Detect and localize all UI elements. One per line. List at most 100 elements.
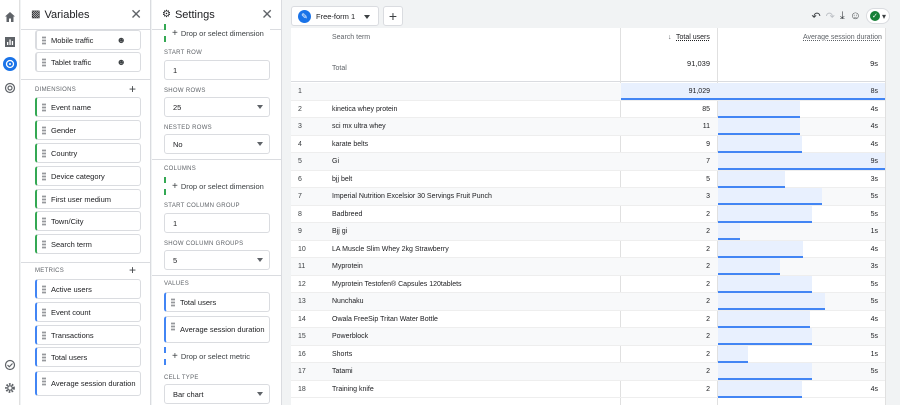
metric-chip[interactable]: Average session duration bbox=[35, 371, 141, 396]
drag-handle-icon[interactable] bbox=[42, 103, 46, 112]
row-index: 4 bbox=[298, 140, 302, 148]
total-users-value: 2 bbox=[706, 385, 710, 393]
duration-cell: 4s bbox=[718, 240, 885, 258]
metric-chip[interactable]: Active users bbox=[35, 279, 141, 299]
drag-handle-icon[interactable] bbox=[42, 308, 46, 317]
start-row-value: 1 bbox=[173, 65, 178, 75]
table-row[interactable]: 9 Bjj gi 2 1s bbox=[291, 223, 895, 241]
dimension-chip[interactable]: Gender bbox=[35, 120, 141, 140]
close-icon[interactable]: ✕ bbox=[261, 6, 273, 23]
settings-gear-icon[interactable] bbox=[3, 381, 17, 395]
table-row[interactable]: 1 91,029 8s bbox=[291, 83, 895, 101]
table-row[interactable]: 10 LA Muscle Slim Whey 2kg Strawberry 2 4s bbox=[291, 240, 895, 258]
table-row[interactable]: 7 Imperial Nutrition Excelsior 30 Serving… bbox=[291, 188, 895, 206]
advertising-icon[interactable] bbox=[3, 81, 17, 95]
value-chip[interactable]: Total users bbox=[164, 292, 270, 312]
segment-chip[interactable]: Tablet traffic ☻ bbox=[35, 52, 141, 72]
row-index: 6 bbox=[298, 175, 302, 183]
dimension-chip[interactable]: First user medium bbox=[35, 189, 141, 209]
start-row-input[interactable]: 1 bbox=[164, 60, 270, 80]
drag-handle-icon[interactable] bbox=[42, 36, 46, 45]
total-users-value: 2 bbox=[706, 210, 710, 218]
table-row[interactable]: 12 Myprotein Testofen® Capsules 120tablet… bbox=[291, 275, 895, 293]
table-row[interactable]: 18 Training knife 2 4s bbox=[291, 380, 895, 398]
duration-value: 4s bbox=[870, 245, 878, 253]
dimension-chip[interactable]: Country bbox=[35, 143, 141, 163]
drag-handle-icon[interactable] bbox=[42, 217, 46, 226]
table-row[interactable]: 6 bjj belt 5 3s bbox=[291, 170, 895, 188]
duration-value: 3s bbox=[870, 263, 878, 270]
drag-handle-icon[interactable] bbox=[42, 195, 46, 204]
metric-chip[interactable]: Event count bbox=[35, 302, 141, 322]
home-icon[interactable] bbox=[3, 10, 17, 24]
table-row[interactable]: 14 Owala FreeSip Tritan Water Bottle 2 4s bbox=[291, 310, 895, 328]
metric-chip[interactable]: Transactions bbox=[35, 325, 141, 345]
column-header-avg-session-duration[interactable]: Average session duration bbox=[803, 34, 882, 41]
drag-handle-icon[interactable] bbox=[171, 322, 175, 331]
nested-rows-select[interactable]: No bbox=[164, 134, 270, 154]
metric-chip[interactable]: Total users bbox=[35, 347, 141, 367]
drag-handle-icon[interactable] bbox=[42, 331, 46, 340]
drag-handle-icon[interactable] bbox=[42, 126, 46, 135]
drag-handle-icon[interactable] bbox=[42, 377, 46, 386]
table-row[interactable]: 11 Myprotein 2 3s bbox=[291, 258, 895, 276]
table-row[interactable]: 16 Shorts 2 1s bbox=[291, 345, 895, 363]
total-users-cell: 2 bbox=[621, 241, 718, 258]
dimension-chip[interactable]: Town/City bbox=[35, 211, 141, 231]
add-metric-icon[interactable]: + bbox=[129, 263, 136, 277]
table-row[interactable]: 17 Tatami 2 5s bbox=[291, 363, 895, 381]
total-users-cell: 2 bbox=[621, 276, 718, 293]
start-column-group-value: 1 bbox=[173, 218, 178, 228]
close-icon[interactable]: ✕ bbox=[130, 6, 142, 23]
table-row[interactable]: 4 karate belts 9 4s bbox=[291, 135, 895, 153]
table-row[interactable]: 8 Badbreed 2 5s bbox=[291, 205, 895, 223]
drop-metric[interactable]: + Drop or select metric bbox=[164, 347, 270, 365]
row-index: 2 bbox=[298, 105, 302, 113]
table-row[interactable]: 5 Gi 7 9s bbox=[291, 153, 895, 171]
drag-handle-icon[interactable] bbox=[42, 149, 46, 158]
insights-icon[interactable] bbox=[3, 358, 17, 372]
drag-handle-icon[interactable] bbox=[42, 240, 46, 249]
dimension-chip[interactable]: Search term bbox=[35, 234, 141, 254]
search-term-cell: Tatami bbox=[332, 368, 353, 375]
reports-icon[interactable] bbox=[3, 35, 17, 49]
column-header-search-term[interactable]: Search term bbox=[332, 34, 370, 41]
show-column-groups-select[interactable]: 5 bbox=[164, 250, 270, 270]
drop-column-dimension-label: Drop or select dimension bbox=[180, 181, 264, 191]
status-check-button[interactable]: ✓ ▾ bbox=[866, 8, 890, 24]
undo-icon[interactable]: ↶ bbox=[811, 10, 820, 23]
table-row[interactable]: 13 Nunchaku 2 5s bbox=[291, 293, 895, 311]
cell-type-select[interactable]: Bar chart bbox=[164, 384, 270, 404]
scrollbar[interactable] bbox=[885, 28, 895, 405]
drop-row-dimension[interactable]: + Drop or select dimension bbox=[164, 24, 270, 42]
chevron-down-icon[interactable] bbox=[364, 15, 370, 19]
drag-handle-icon[interactable] bbox=[42, 58, 46, 67]
dimension-chip[interactable]: Device category bbox=[35, 166, 141, 186]
dimension-chip[interactable]: Event name bbox=[35, 97, 141, 117]
table-row[interactable]: 15 Powerblock 2 5s bbox=[291, 328, 895, 346]
drag-handle-icon[interactable] bbox=[42, 353, 46, 362]
duration-cell: 1s bbox=[718, 223, 885, 240]
redo-icon[interactable]: ↷ bbox=[826, 10, 835, 23]
segment-chip[interactable]: Mobile traffic ☻ bbox=[35, 30, 141, 50]
dimension-label: Gender bbox=[51, 125, 77, 135]
start-column-group-input[interactable]: 1 bbox=[164, 213, 270, 233]
download-icon[interactable]: ⤓ bbox=[840, 10, 845, 23]
tab-free-form[interactable]: ✎ Free-form 1 bbox=[291, 6, 379, 26]
add-tab-button[interactable]: + bbox=[383, 6, 403, 26]
drag-handle-icon[interactable] bbox=[42, 285, 46, 294]
drop-column-dimension[interactable]: + Drop or select dimension bbox=[164, 177, 270, 195]
share-user-icon[interactable]: ☺ bbox=[850, 10, 861, 22]
show-rows-select[interactable]: 25 bbox=[164, 97, 270, 117]
table-row[interactable]: 2 kinetica whey protein 85 4s bbox=[291, 100, 895, 118]
add-dimension-icon[interactable]: + bbox=[129, 82, 136, 96]
value-chip[interactable]: Average session duration bbox=[164, 316, 270, 343]
drag-handle-icon[interactable] bbox=[42, 172, 46, 181]
total-users-value: 3 bbox=[706, 193, 710, 200]
table-row[interactable]: 3 sci mx ultra whey 11 4s bbox=[291, 118, 895, 136]
drag-handle-icon[interactable] bbox=[171, 298, 175, 307]
dimension-label: Device category bbox=[51, 171, 105, 181]
column-header-total-users[interactable]: Total users bbox=[676, 34, 710, 41]
explore-icon[interactable] bbox=[3, 57, 17, 71]
total-users-value: 85 bbox=[702, 105, 710, 113]
